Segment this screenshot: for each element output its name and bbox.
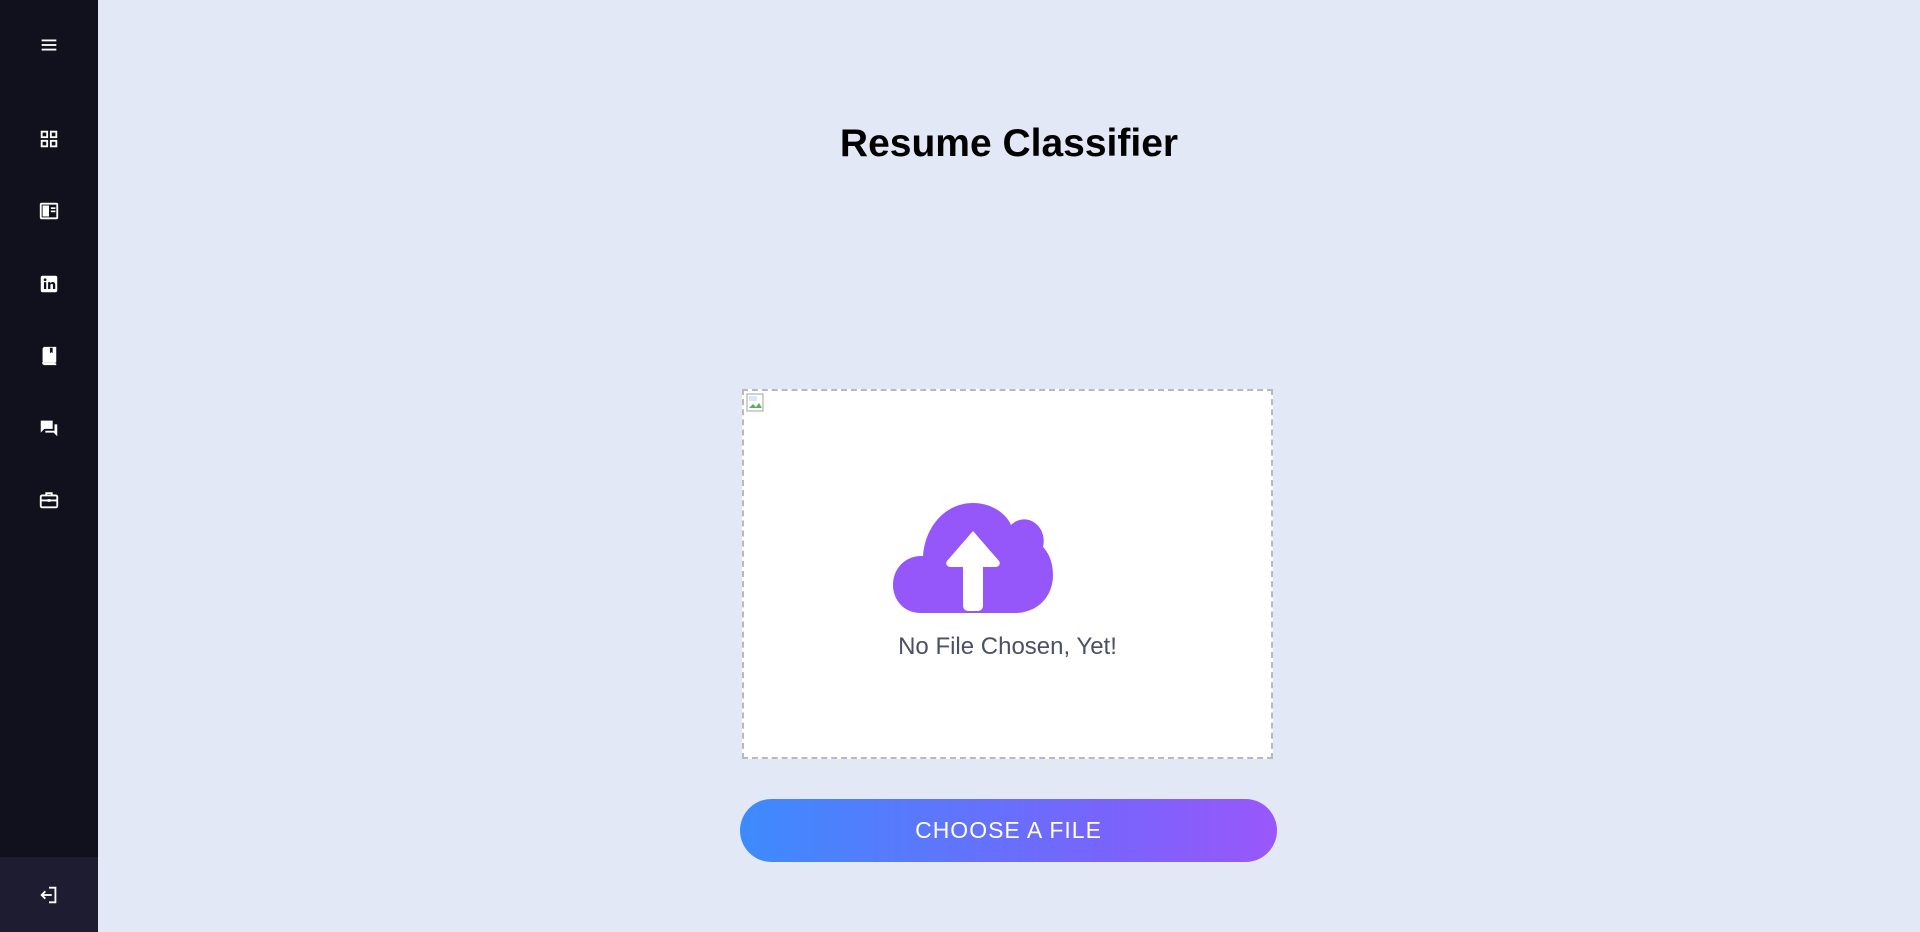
sidebar-item-dashboard[interactable] [0, 117, 98, 161]
choose-file-button[interactable]: CHOOSE A FILE [740, 799, 1277, 862]
chat-icon [40, 420, 58, 437]
sidebar-item-linkedin[interactable] [0, 262, 98, 306]
sidebar-item-resume[interactable] [0, 189, 98, 233]
logout-button[interactable] [0, 857, 98, 932]
broken-image-icon [746, 393, 764, 412]
grid-icon [40, 130, 58, 148]
file-status-text: No File Chosen, Yet! [898, 633, 1117, 660]
hamburger-menu-icon [41, 39, 57, 51]
sidebar-item-messages[interactable] [0, 406, 98, 450]
main-content: Resume Classifier No File Chosen, Yet! C… [98, 0, 1920, 932]
linkedin-icon [40, 275, 58, 293]
menu-toggle-button[interactable] [0, 23, 98, 67]
sidebar-item-library[interactable] [0, 334, 98, 378]
sidebar [0, 0, 98, 932]
sidebar-item-jobs[interactable] [0, 478, 98, 522]
page-title: Resume Classifier [839, 122, 1179, 165]
logout-icon [40, 886, 57, 903]
resume-card-icon [39, 202, 59, 220]
file-drop-zone[interactable]: No File Chosen, Yet! [742, 389, 1273, 759]
book-icon [42, 346, 57, 366]
cloud-upload-icon [893, 503, 1053, 613]
briefcase-icon [39, 492, 59, 509]
